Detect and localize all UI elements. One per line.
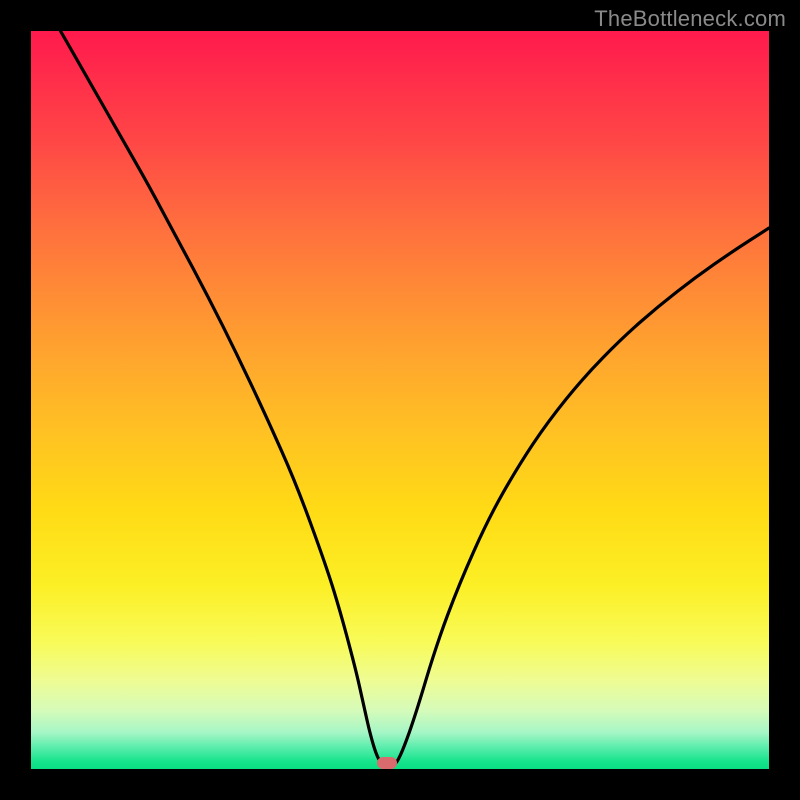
chart-frame: TheBottleneck.com bbox=[0, 0, 800, 800]
plot-area bbox=[31, 31, 769, 769]
bottleneck-curve bbox=[31, 31, 769, 769]
watermark-text: TheBottleneck.com bbox=[594, 6, 786, 32]
minimum-marker bbox=[377, 757, 397, 769]
